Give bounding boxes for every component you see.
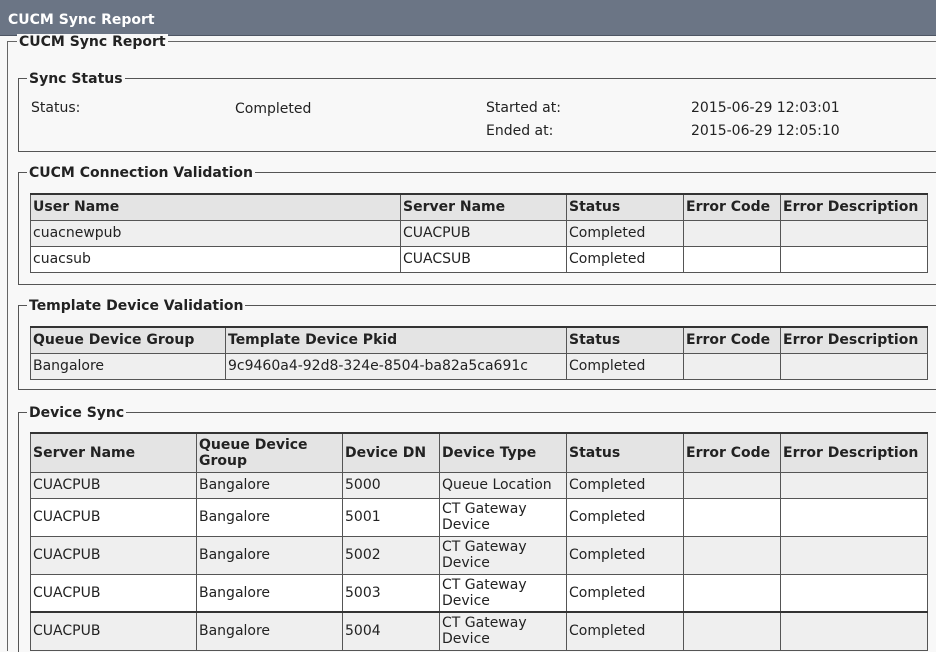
column-header-error-code: Error Code: [683, 326, 781, 354]
cell-device-dn: 5000: [342, 471, 440, 499]
ended-label: Ended at:: [486, 123, 554, 139]
cell-device-dn: 5002: [342, 535, 440, 575]
cell-device-type: Queue Location: [439, 471, 567, 499]
cell-status: Completed: [566, 611, 684, 651]
cell-error-code: [683, 471, 781, 499]
connection-validation-table: User Name Server Name Status Error Code …: [30, 193, 928, 273]
template-validation-table: Queue Device Group Template Device Pkid …: [30, 326, 928, 380]
cell-queue-device-group: Bangalore: [196, 497, 343, 537]
table-row: CUACPUB Bangalore 5001 CT Gateway Device…: [30, 497, 928, 537]
cell-server-name: CUACPUB: [30, 573, 197, 613]
status-label: Status:: [31, 100, 81, 116]
column-header-server-name: Server Name: [400, 193, 567, 221]
cell-server-name: CUACPUB: [30, 611, 197, 651]
table-row: CUACPUB Bangalore 5004 CT Gateway Device…: [30, 611, 928, 651]
table-header-row: Server Name Queue Device Group Device DN…: [30, 432, 928, 473]
cell-error-description: [780, 471, 928, 499]
table-header-row: Queue Device Group Template Device Pkid …: [30, 326, 928, 354]
cell-error-description: [780, 352, 928, 380]
cell-status: Completed: [566, 245, 684, 273]
started-value: 2015-06-29 12:03:01: [691, 100, 840, 116]
cell-device-dn: 5001: [342, 497, 440, 537]
table-row: CUACPUB Bangalore 5003 CT Gateway Device…: [30, 573, 928, 613]
column-header-user-name: User Name: [30, 193, 401, 221]
column-header-error-code: Error Code: [683, 193, 781, 221]
column-header-status: Status: [566, 326, 684, 354]
cell-error-code: [683, 497, 781, 537]
column-header-error-description: Error Description: [780, 432, 928, 473]
sync-status-legend: Sync Status: [27, 71, 125, 87]
cell-status: Completed: [566, 219, 684, 247]
column-header-error-description: Error Description: [780, 193, 928, 221]
cell-status: Completed: [566, 497, 684, 537]
cell-server-name: CUACSUB: [400, 245, 567, 273]
table-row: cuacsub CUACSUB Completed: [30, 245, 928, 273]
report-legend: CUCM Sync Report: [17, 34, 168, 50]
cell-queue-device-group: Bangalore: [196, 611, 343, 651]
status-value: Completed: [235, 101, 312, 117]
table-row: Bangalore 9c9460a4-92d8-324e-8504-ba82a5…: [30, 352, 928, 380]
cell-error-code: [683, 573, 781, 613]
cell-status: Completed: [566, 471, 684, 499]
column-header-template-device-pkid: Template Device Pkid: [225, 326, 567, 354]
cell-queue-device-group: Bangalore: [196, 573, 343, 613]
started-label: Started at:: [486, 100, 561, 116]
cell-error-description: [780, 497, 928, 537]
cell-error-description: [780, 573, 928, 613]
cell-error-code: [683, 245, 781, 273]
cell-error-description: [780, 611, 928, 651]
cell-device-type: CT Gateway Device: [439, 497, 567, 537]
column-header-device-dn: Device DN: [342, 432, 440, 473]
cell-queue-device-group: Bangalore: [30, 352, 226, 380]
table-row: CUACPUB Bangalore 5002 CT Gateway Device…: [30, 535, 928, 575]
cell-error-description: [780, 245, 928, 273]
cell-device-type: CT Gateway Device: [439, 535, 567, 575]
cell-device-dn: 5004: [342, 611, 440, 651]
column-header-device-type: Device Type: [439, 432, 567, 473]
cell-template-device-pkid: 9c9460a4-92d8-324e-8504-ba82a5ca691c: [225, 352, 567, 380]
cell-user-name: cuacsub: [30, 245, 401, 273]
device-sync-table: Server Name Queue Device Group Device DN…: [30, 432, 928, 651]
cell-device-type: CT Gateway Device: [439, 611, 567, 651]
cell-server-name: CUACPUB: [30, 535, 197, 575]
cell-server-name: CUACPUB: [30, 497, 197, 537]
cell-status: Completed: [566, 573, 684, 613]
title-bar: CUCM Sync Report: [0, 0, 936, 36]
table-header-row: User Name Server Name Status Error Code …: [30, 193, 928, 221]
cell-error-description: [780, 219, 928, 247]
column-header-error-description: Error Description: [780, 326, 928, 354]
cell-error-code: [683, 219, 781, 247]
column-header-status: Status: [566, 193, 684, 221]
cell-server-name: CUACPUB: [400, 219, 567, 247]
table-row: CUACPUB Bangalore 5000 Queue Location Co…: [30, 471, 928, 499]
connection-validation-legend: CUCM Connection Validation: [27, 165, 255, 181]
cell-error-code: [683, 352, 781, 380]
cell-queue-device-group: Bangalore: [196, 535, 343, 575]
column-header-status: Status: [566, 432, 684, 473]
cell-device-dn: 5003: [342, 573, 440, 613]
cell-user-name: cuacnewpub: [30, 219, 401, 247]
window-title: CUCM Sync Report: [8, 12, 155, 28]
table-row: cuacnewpub CUACPUB Completed: [30, 219, 928, 247]
cell-server-name: CUACPUB: [30, 471, 197, 499]
cell-status: Completed: [566, 352, 684, 380]
cell-queue-device-group: Bangalore: [196, 471, 343, 499]
device-sync-legend: Device Sync: [27, 405, 127, 421]
cell-error-code: [683, 535, 781, 575]
cell-device-type: CT Gateway Device: [439, 573, 567, 613]
column-header-queue-device-group: Queue Device Group: [30, 326, 226, 354]
cell-error-code: [683, 611, 781, 651]
cell-status: Completed: [566, 535, 684, 575]
column-header-error-code: Error Code: [683, 432, 781, 473]
template-validation-legend: Template Device Validation: [27, 298, 246, 314]
column-header-server-name: Server Name: [30, 432, 197, 473]
ended-value: 2015-06-29 12:05:10: [691, 123, 840, 139]
column-header-queue-device-group: Queue Device Group: [196, 432, 343, 473]
cell-error-description: [780, 535, 928, 575]
